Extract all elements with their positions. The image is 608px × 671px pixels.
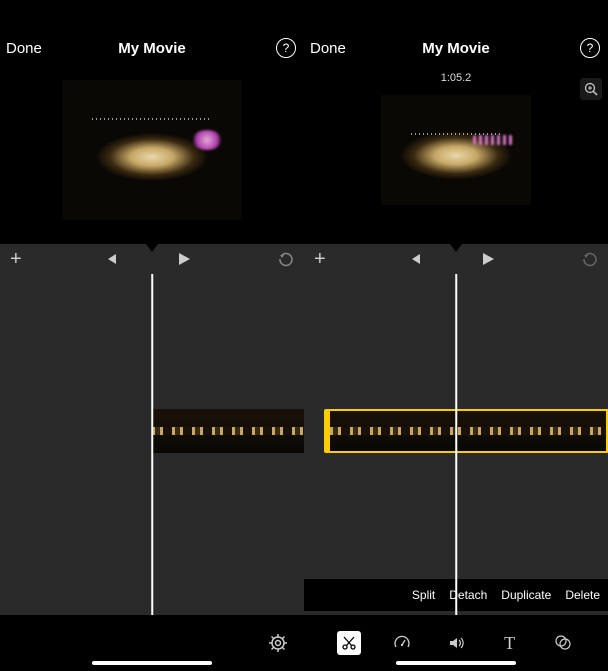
pane-right: Done My Movie ? 1:05.2 + xyxy=(304,0,608,671)
preview-content xyxy=(192,130,222,150)
done-button[interactable]: Done xyxy=(6,40,42,57)
scissors-icon xyxy=(341,635,357,651)
undo-button[interactable] xyxy=(582,251,598,267)
play-button[interactable] xyxy=(480,251,496,267)
speed-tool[interactable] xyxy=(390,631,414,655)
volume-tool[interactable] xyxy=(444,631,468,655)
preview-content xyxy=(473,135,513,145)
help-button[interactable]: ? xyxy=(580,38,600,58)
video-clip[interactable] xyxy=(152,409,304,453)
speaker-icon xyxy=(447,634,465,652)
preview-frame xyxy=(62,80,242,220)
split-button[interactable]: Split xyxy=(412,588,435,602)
add-media-button[interactable]: + xyxy=(10,248,22,271)
video-preview[interactable] xyxy=(304,60,608,240)
preview-frame xyxy=(381,95,531,205)
project-title: My Movie xyxy=(422,40,490,57)
playhead[interactable] xyxy=(151,274,153,615)
undo-button[interactable] xyxy=(278,251,294,267)
project-title: My Movie xyxy=(118,40,186,57)
video-preview[interactable] xyxy=(0,60,304,240)
filters-tool[interactable] xyxy=(551,631,575,655)
text-tool[interactable]: T xyxy=(498,631,522,655)
text-icon: T xyxy=(504,633,515,654)
duplicate-button[interactable]: Duplicate xyxy=(501,588,551,602)
cut-tool[interactable] xyxy=(337,631,361,655)
clip-thumbnails xyxy=(152,427,304,435)
playhead-marker xyxy=(450,244,462,252)
delete-button[interactable]: Delete xyxy=(565,588,600,602)
speedometer-icon xyxy=(393,634,411,652)
play-button[interactable] xyxy=(176,251,192,267)
help-button[interactable]: ? xyxy=(276,38,296,58)
skip-back-button[interactable] xyxy=(104,252,118,266)
video-clip-selected[interactable] xyxy=(330,409,608,453)
skip-back-button[interactable] xyxy=(408,252,422,266)
clip-thumbnails xyxy=(330,427,606,435)
home-indicator[interactable] xyxy=(396,661,516,665)
home-indicator[interactable] xyxy=(92,661,212,665)
playhead-marker xyxy=(146,244,158,252)
playhead[interactable] xyxy=(455,274,457,615)
done-button[interactable]: Done xyxy=(310,40,346,57)
settings-button[interactable] xyxy=(266,631,290,655)
gear-icon xyxy=(268,633,288,653)
pane-left: Done My Movie ? + xyxy=(0,0,304,671)
add-media-button[interactable]: + xyxy=(314,248,326,271)
circles-icon xyxy=(554,634,572,652)
